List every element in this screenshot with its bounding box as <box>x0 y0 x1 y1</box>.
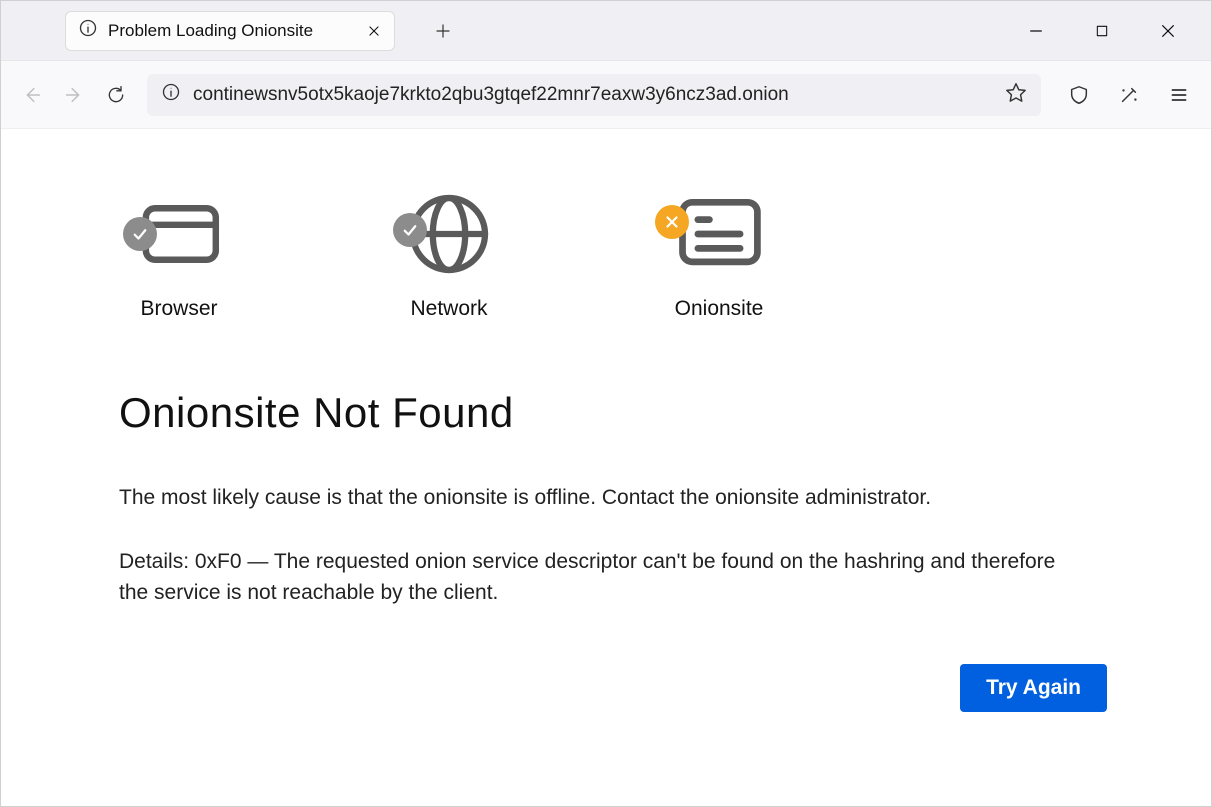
error-badge-icon <box>655 205 689 239</box>
try-again-button[interactable]: Try Again <box>960 664 1107 712</box>
site-info-icon[interactable] <box>161 82 181 107</box>
url-input[interactable] <box>193 84 993 106</box>
status-network-label: Network <box>410 297 487 321</box>
back-button[interactable] <box>15 78 49 112</box>
status-browser-label: Browser <box>140 297 217 321</box>
tab-title: Problem Loading Onionsite <box>108 21 356 41</box>
error-details: Details: 0xF0 — The requested onion serv… <box>119 547 1079 608</box>
check-badge-icon <box>123 217 157 251</box>
toolbar-right <box>1061 77 1197 113</box>
bookmark-star-icon[interactable] <box>1005 81 1027 108</box>
url-bar[interactable] <box>147 74 1041 116</box>
menu-button[interactable] <box>1161 77 1197 113</box>
status-browser: Browser <box>119 189 239 321</box>
error-heading: Onionsite Not Found <box>119 389 1111 437</box>
browser-tab[interactable]: Problem Loading Onionsite <box>65 11 395 51</box>
check-badge-icon <box>393 213 427 247</box>
tab-strip: Problem Loading Onionsite <box>1 1 1211 61</box>
new-tab-button[interactable] <box>429 17 457 45</box>
close-tab-button[interactable] <box>366 23 382 39</box>
close-window-button[interactable] <box>1159 22 1177 40</box>
page-content: Browser Network Onionsite Onionsite Not … <box>1 129 1211 806</box>
status-onionsite: Onionsite <box>659 189 779 321</box>
navigation-bar <box>1 61 1211 129</box>
shield-icon[interactable] <box>1061 77 1097 113</box>
error-description: The most likely cause is that the onions… <box>119 483 1079 513</box>
status-onionsite-label: Onionsite <box>675 297 764 321</box>
info-icon <box>78 18 98 43</box>
sparkle-icon[interactable] <box>1111 77 1147 113</box>
reload-button[interactable] <box>99 78 133 112</box>
minimize-button[interactable] <box>1027 22 1045 40</box>
forward-button[interactable] <box>57 78 91 112</box>
window-controls <box>1027 22 1201 40</box>
maximize-button[interactable] <box>1093 22 1111 40</box>
status-row: Browser Network Onionsite <box>119 189 1111 321</box>
status-network: Network <box>389 189 509 321</box>
